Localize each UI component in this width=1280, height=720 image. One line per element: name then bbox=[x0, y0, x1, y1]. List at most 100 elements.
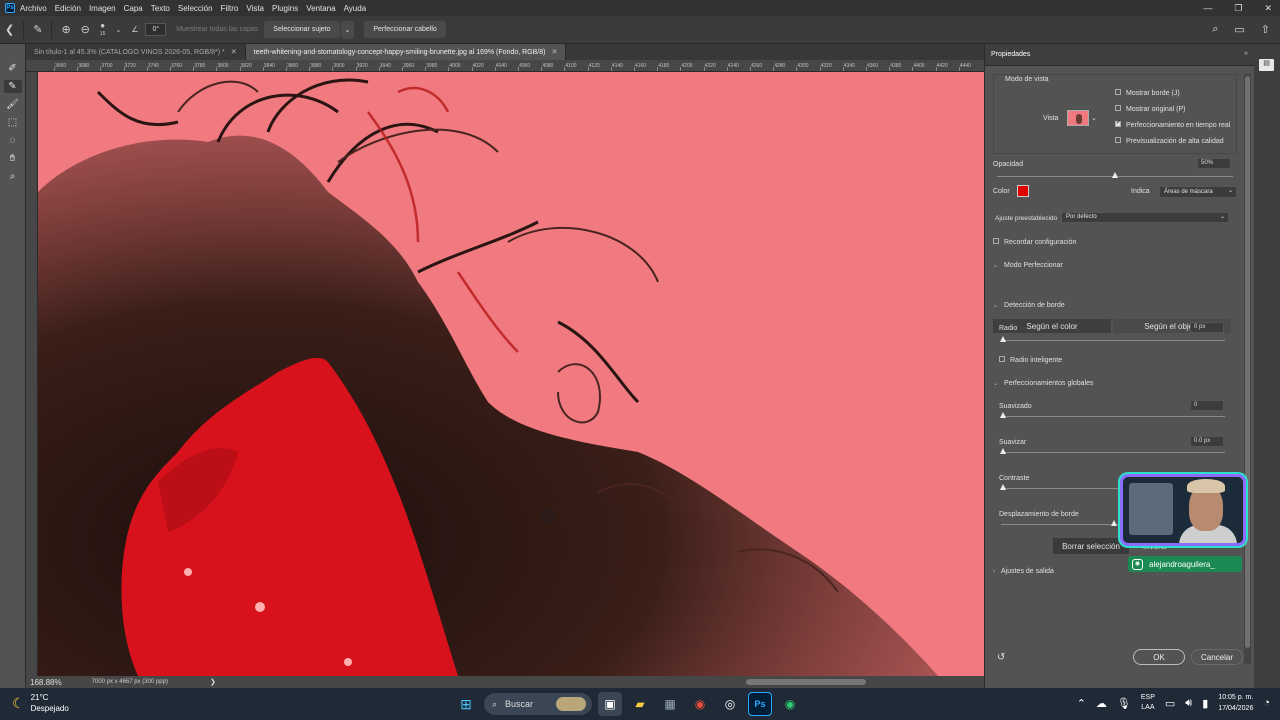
overlay-color-swatch[interactable] bbox=[1017, 185, 1029, 197]
smooth-field[interactable]: 0 bbox=[1190, 400, 1224, 411]
opacity-field[interactable]: 50% bbox=[1197, 158, 1231, 169]
hand-tool-icon[interactable]: ✋︎ bbox=[4, 152, 22, 165]
cancel-button[interactable]: Cancelar bbox=[1191, 649, 1243, 665]
windows-start-icon[interactable]: ⊞ bbox=[454, 692, 478, 716]
sample-all-layers-checkbox[interactable]: Muestrear todas las capas bbox=[176, 26, 258, 33]
share-icon[interactable]: ⇧ bbox=[1261, 23, 1270, 36]
opacity-slider-thumb[interactable] bbox=[1112, 172, 1118, 178]
chrome-alt-icon[interactable]: ◉ bbox=[778, 692, 802, 716]
global-refinements-header[interactable]: ⌄ Perfeccionamientos globales bbox=[993, 380, 1094, 387]
radius-slider-track[interactable] bbox=[1001, 340, 1225, 341]
close-tab-icon[interactable]: ✕ bbox=[231, 48, 237, 56]
menu-edicion[interactable]: Edición bbox=[55, 4, 81, 13]
add-to-selection-icon[interactable]: ⊕ bbox=[61, 23, 70, 36]
realtime-refine-option[interactable]: Perfeccionamiento en tiempo real bbox=[1115, 119, 1230, 129]
brush-tool-icon[interactable]: 🖌︎ bbox=[4, 98, 22, 111]
properties-scrollbar[interactable] bbox=[1244, 74, 1251, 664]
tab-teeth-whitening[interactable]: teeth-whitening-and-stomatology-concept-… bbox=[245, 44, 567, 60]
view-thumbnail[interactable] bbox=[1067, 110, 1089, 126]
edge-detection-header[interactable]: ⌄ Detección de borde bbox=[993, 302, 1065, 309]
shift-edge-slider-thumb[interactable] bbox=[1111, 520, 1117, 526]
horizontal-scrollbar[interactable] bbox=[746, 679, 866, 685]
tab-catalogo-vinos[interactable]: Sin título-1 al 45.3% (CATALOGO VINOS 20… bbox=[26, 44, 246, 60]
file-explorer-icon[interactable]: ▰ bbox=[628, 692, 652, 716]
smooth-slider-thumb[interactable] bbox=[1000, 412, 1006, 418]
feather-slider-thumb[interactable] bbox=[1000, 448, 1006, 454]
menu-capa[interactable]: Capa bbox=[124, 4, 143, 13]
chevron-right-icon[interactable]: ❯ bbox=[210, 678, 216, 686]
smart-radius-checkbox[interactable] bbox=[999, 356, 1005, 363]
angle-field[interactable]: 0° bbox=[145, 23, 167, 36]
calculator-icon[interactable]: ▦ bbox=[658, 692, 682, 716]
chevron-up-icon[interactable]: ⌃ bbox=[1077, 697, 1086, 710]
zoom-level[interactable]: 168.88% bbox=[30, 678, 62, 687]
refine-mode-header[interactable]: ⌄ Modo Perfeccionar bbox=[993, 262, 1063, 269]
chrome-icon[interactable]: ◉ bbox=[688, 692, 712, 716]
contrast-slider-track[interactable] bbox=[1001, 488, 1121, 489]
select-subject-button[interactable]: Seleccionar sujeto bbox=[264, 21, 340, 38]
volume-icon[interactable]: 🔊︎ bbox=[1185, 697, 1192, 710]
scrollbar-thumb[interactable] bbox=[1245, 76, 1250, 648]
minimize-button[interactable]: — bbox=[1203, 3, 1212, 13]
notifications-icon[interactable]: ◔ bbox=[1263, 697, 1270, 709]
radius-field[interactable]: 0 px bbox=[1190, 322, 1224, 333]
zoom-tool-icon[interactable]: ⌕ bbox=[4, 170, 22, 183]
document-canvas[interactable] bbox=[38, 72, 984, 676]
smart-radius-option[interactable]: Radio inteligente bbox=[999, 356, 1062, 364]
chevron-down-icon[interactable]: ⌄ bbox=[115, 26, 121, 34]
photoshop-taskbar-icon[interactable]: Ps bbox=[748, 692, 772, 716]
menu-imagen[interactable]: Imagen bbox=[89, 4, 116, 13]
hq-preview-checkbox[interactable] bbox=[1115, 137, 1121, 144]
cloud-icon[interactable]: ☁ bbox=[1096, 697, 1107, 710]
taskbar-search[interactable]: ⌕ Buscar bbox=[484, 693, 592, 715]
close-window-button[interactable]: ✕ bbox=[1264, 3, 1272, 14]
microphone-icon[interactable]: 🎙︎ bbox=[1117, 697, 1131, 710]
show-original-option[interactable]: Mostrar original (P) bbox=[1115, 105, 1186, 113]
document-info[interactable]: 7000 px x 4667 px (300 ppp) bbox=[92, 679, 168, 685]
clear-selection-button[interactable]: Borrar selección bbox=[1053, 538, 1129, 554]
obs-icon[interactable]: ◎ bbox=[718, 692, 742, 716]
show-original-checkbox[interactable] bbox=[1115, 105, 1121, 112]
indicates-dropdown[interactable]: Áreas de máscara ⌄ bbox=[1159, 186, 1237, 198]
close-tab-icon[interactable]: ✕ bbox=[551, 48, 557, 56]
select-subject-dropdown[interactable]: ⌄ bbox=[340, 20, 355, 39]
maximize-button[interactable]: ❐ bbox=[1234, 3, 1242, 14]
refine-edge-brush-icon[interactable]: ✎ bbox=[33, 23, 42, 36]
clock[interactable]: 10:05 p. m. 17/04/2026 bbox=[1218, 692, 1253, 714]
hq-preview-option[interactable]: Previsualización de alta calidad bbox=[1115, 137, 1224, 145]
battery-icon[interactable]: ▮ bbox=[1202, 697, 1208, 710]
refine-hair-button[interactable]: Perfeccionar cabello bbox=[364, 21, 446, 38]
show-edge-checkbox[interactable] bbox=[1115, 89, 1121, 96]
menu-filtro[interactable]: Filtro bbox=[221, 4, 239, 13]
quick-selection-tool-icon[interactable]: ✐ bbox=[4, 62, 22, 75]
search-icon[interactable]: ⌕ bbox=[1212, 23, 1218, 36]
workspace-icon[interactable]: ▭ bbox=[1234, 23, 1244, 36]
radius-slider-thumb[interactable] bbox=[1000, 336, 1006, 342]
properties-panel-icon[interactable]: ▤ bbox=[1259, 59, 1274, 71]
menu-vista[interactable]: Vista bbox=[246, 4, 264, 13]
menu-ayuda[interactable]: Ayuda bbox=[344, 4, 367, 13]
task-view-icon[interactable]: ▣ bbox=[598, 692, 622, 716]
subtract-from-selection-icon[interactable]: ⊖ bbox=[81, 23, 90, 36]
output-settings-header[interactable]: › Ajustes de salida bbox=[993, 568, 1054, 575]
show-edge-option[interactable]: Mostrar borde (J) bbox=[1115, 89, 1180, 97]
menu-ventana[interactable]: Ventana bbox=[306, 4, 335, 13]
language-indicator[interactable]: ESP LAA bbox=[1141, 693, 1155, 713]
menu-archivo[interactable]: Archivo bbox=[20, 4, 47, 13]
monitor-icon[interactable]: ▭ bbox=[1165, 697, 1175, 710]
lasso-tool-icon[interactable]: ◌ bbox=[4, 134, 22, 147]
feather-field[interactable]: 0.0 px bbox=[1190, 436, 1224, 447]
feather-slider-track[interactable] bbox=[1001, 452, 1225, 453]
remember-settings-option[interactable]: Recordar configuración bbox=[993, 238, 1076, 246]
smooth-slider-track[interactable] bbox=[1001, 416, 1225, 417]
object-selection-tool-icon[interactable]: ⬚ bbox=[4, 116, 22, 129]
menu-plugins[interactable]: Plugins bbox=[272, 4, 298, 13]
reset-icon[interactable]: ↺ bbox=[997, 652, 1005, 663]
collapse-panel-icon[interactable]: » bbox=[1244, 50, 1248, 57]
back-arrow-icon[interactable]: ❮ bbox=[5, 23, 14, 36]
contrast-slider-thumb[interactable] bbox=[1000, 484, 1006, 490]
preset-dropdown[interactable]: Por defecto ⌄ bbox=[1061, 212, 1229, 223]
brush-size-picker[interactable]: ● 15 bbox=[100, 21, 106, 38]
realtime-refine-checkbox[interactable] bbox=[1115, 119, 1121, 128]
shift-edge-slider-track[interactable] bbox=[1001, 524, 1121, 525]
